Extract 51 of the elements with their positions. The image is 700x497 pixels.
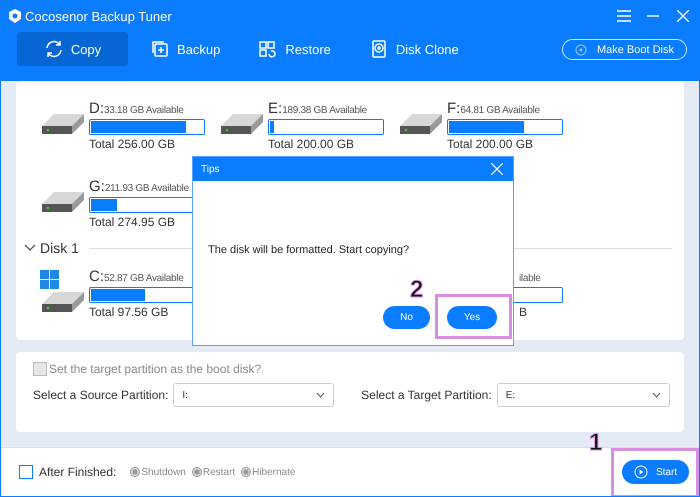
close-icon[interactable] — [677, 10, 689, 22]
drive-letter: E: — [268, 100, 282, 116]
toolbar-tab[interactable]: Copy — [17, 32, 128, 66]
dialog-title: Tips — [201, 164, 220, 174]
available-space: 52.87 GB Available — [104, 272, 184, 284]
close-icon[interactable] — [491, 163, 503, 175]
total-size: Total 200.00 GB — [447, 136, 534, 150]
drive-letter: G: — [89, 178, 105, 194]
disk-group-label: Disk 1 — [40, 240, 79, 256]
dialog-message: The disk will be formatted. Start copying? — [208, 244, 410, 256]
total-size: B — [519, 304, 528, 318]
source-partition-label: Select a Source Partition: — [33, 388, 168, 402]
total-size: Total 256.00 GB — [89, 136, 176, 150]
after-finished-label: After Finished: — [39, 465, 116, 479]
windows-restore-icon — [258, 39, 278, 59]
target-partition-select[interactable]: E: — [496, 383, 670, 407]
app-logo-icon — [9, 9, 21, 23]
dialog-button[interactable]: No — [383, 306, 430, 329]
play-icon — [634, 465, 648, 479]
available-space: 33.18 GB Available — [104, 104, 184, 116]
available-space: 211.93 GB Available — [104, 182, 189, 194]
boot-disk-label: Set the target partition as the boot disk? — [49, 362, 262, 376]
sync-icon — [44, 39, 64, 59]
drive-letter: C: — [89, 268, 104, 284]
chevron-down-icon — [652, 392, 661, 398]
total-size: Total 200.00 GB — [268, 136, 354, 150]
disc-icon — [574, 44, 587, 56]
toolbar-tab[interactable]: Restore — [242, 32, 347, 66]
minimize-icon[interactable] — [647, 15, 659, 17]
make-boot-disk-button[interactable]: Make Boot Disk — [562, 39, 687, 60]
source-partition-select[interactable]: I: — [173, 383, 334, 407]
total-size: Total 274.95 GB — [89, 214, 176, 228]
plus-square-icon — [150, 39, 170, 59]
target-partition-label: Select a Target Partition: — [361, 388, 492, 402]
toolbar-tab[interactable]: Disk Clone — [352, 32, 475, 66]
dialog-button[interactable]: Yes — [447, 306, 497, 329]
start-button[interactable]: Start — [622, 460, 689, 484]
drive-letter: D: — [89, 100, 104, 116]
callout-number: 1 — [589, 431, 602, 455]
drive-letter: F: — [447, 100, 460, 116]
available-space: 189.38 GB Available — [282, 104, 367, 116]
after-finished-checkbox[interactable] — [19, 465, 33, 479]
menu-icon[interactable] — [617, 10, 631, 22]
chevron-down-icon — [316, 392, 326, 398]
window-title: Cocosenor Backup Tuner — [25, 8, 173, 24]
toolbar-tab[interactable]: Backup — [134, 32, 236, 66]
callout-number: 2 — [410, 278, 424, 302]
chevron-down-icon[interactable] — [24, 244, 36, 252]
total-size: Total 97.56 GB — [89, 304, 168, 318]
available-space: ilable — [519, 272, 541, 284]
available-space: 64.81 GB Available — [460, 104, 540, 116]
